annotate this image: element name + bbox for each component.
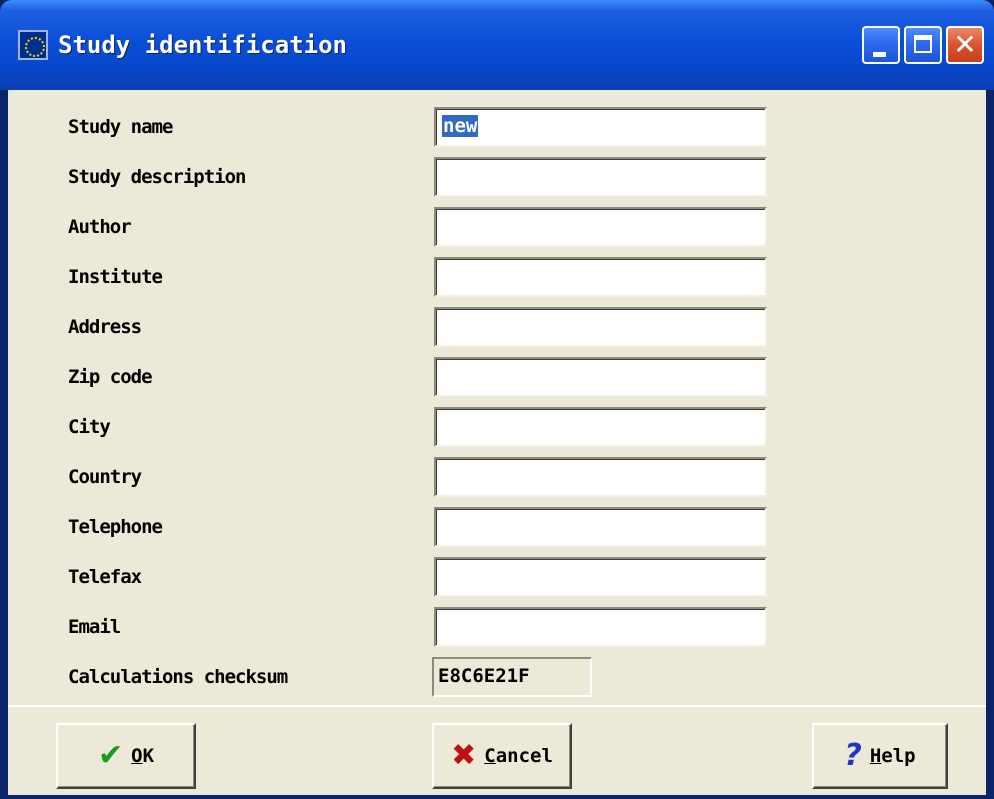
institute-field[interactable]: [434, 257, 767, 297]
study-name-value: new: [442, 115, 479, 137]
label-city: City: [68, 416, 111, 438]
telefax-field[interactable]: [434, 557, 767, 597]
label-telefax: Telefax: [68, 566, 142, 588]
zip-code-field[interactable]: [434, 357, 767, 397]
ok-label: OK: [131, 745, 155, 767]
label-country: Country: [68, 466, 142, 488]
cancel-button[interactable]: ✖ Cancel: [432, 723, 572, 789]
checkmark-icon: ✔: [97, 738, 124, 773]
label-institute: Institute: [68, 266, 163, 288]
email-field[interactable]: [434, 607, 767, 647]
title-bar[interactable]: Study identification ✕: [0, 0, 994, 90]
close-icon: ✕: [953, 28, 977, 61]
telephone-field[interactable]: [434, 507, 767, 547]
help-label: Help: [869, 745, 916, 767]
maximize-icon: [914, 35, 932, 53]
ok-button[interactable]: ✔ OK: [56, 723, 196, 789]
country-field[interactable]: [434, 457, 767, 497]
red-x-icon: ✖: [451, 738, 477, 773]
address-field[interactable]: [434, 307, 767, 347]
app-icon[interactable]: [18, 30, 48, 60]
study-name-field[interactable]: new: [434, 107, 767, 147]
study-description-field[interactable]: [434, 157, 767, 197]
question-mark-icon: ?: [844, 738, 862, 773]
minimize-button[interactable]: [862, 26, 900, 64]
maximize-button[interactable]: [904, 26, 942, 64]
label-zip-code: Zip code: [68, 366, 153, 388]
dialog-window: Study identification ✕ Study name Study …: [0, 0, 994, 799]
help-button[interactable]: ? Help: [812, 723, 948, 789]
checksum-value: E8C6E21F: [432, 657, 592, 697]
label-address: Address: [68, 316, 142, 338]
label-author: Author: [68, 216, 132, 238]
window-title: Study identification: [58, 31, 347, 59]
author-field[interactable]: [434, 207, 767, 247]
label-email: Email: [68, 616, 121, 638]
label-study-name: Study name: [68, 116, 173, 138]
label-checksum: Calculations checksum: [68, 666, 288, 688]
label-study-description: Study description: [68, 166, 246, 188]
cancel-label: Cancel: [484, 745, 553, 767]
minimize-icon: [873, 52, 886, 57]
close-button[interactable]: ✕: [946, 26, 984, 64]
city-field[interactable]: [434, 407, 767, 447]
label-telephone: Telephone: [68, 516, 163, 538]
